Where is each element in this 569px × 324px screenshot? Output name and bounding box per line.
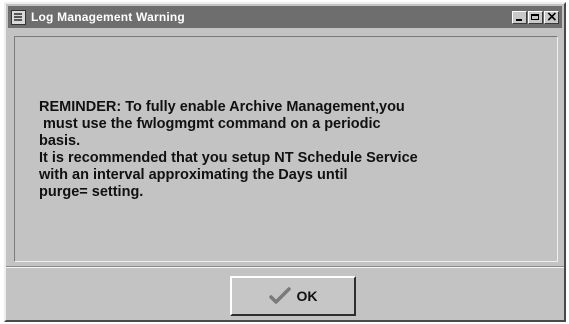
ok-button[interactable]: OK	[230, 276, 356, 316]
message-line: REMINDER: To fully enable Archive Manage…	[39, 99, 405, 115]
message-line: basis.	[39, 133, 81, 149]
maximize-button[interactable]	[528, 10, 543, 24]
warning-dialog: Log Management Warning REMINDER: To full…	[4, 2, 566, 322]
message-panel: REMINDER: To fully enable Archive Manage…	[14, 36, 558, 262]
close-button[interactable]	[544, 9, 559, 25]
checkmark-icon	[268, 287, 291, 305]
message-line: purge= setting.	[39, 184, 144, 200]
title-bar[interactable]: Log Management Warning	[8, 6, 562, 28]
window-controls	[512, 9, 559, 25]
ok-button-content: OK	[268, 287, 318, 305]
window-title: Log Management Warning	[31, 10, 185, 24]
window-menu-icon[interactable]	[11, 9, 26, 25]
ok-button-label: OK	[296, 288, 318, 304]
minimize-button[interactable]	[512, 10, 527, 24]
button-separator	[6, 266, 564, 268]
message-line: It is recommended that you setup NT Sche…	[39, 150, 418, 166]
message-line: with an interval approximating the Days …	[39, 167, 348, 183]
message-line: must use the fwlogmgmt command on a peri…	[39, 116, 381, 132]
